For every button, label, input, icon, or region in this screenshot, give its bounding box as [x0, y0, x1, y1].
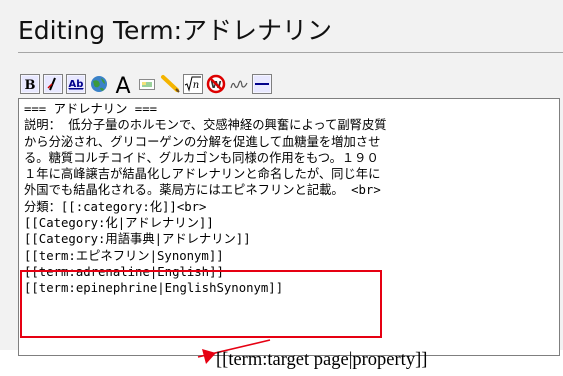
wikitext-line: [[Category:化|アドレナリン]] — [24, 216, 214, 231]
wikitext-line: 説明： 低分子量のホルモンで、交感神経の興奮によって副腎皮質 — [24, 118, 387, 133]
external-link-button[interactable] — [89, 74, 109, 94]
wikitext-line: １年に高峰譲吉が結晶化しアドレナリンと命名したが、同じ年に — [24, 167, 381, 182]
wikitext-line: [[Category:用語事典|アドレナリン]] — [24, 232, 251, 247]
globe-icon — [91, 76, 107, 92]
italic-button[interactable] — [43, 74, 63, 94]
nowiki-button[interactable]: W — [206, 74, 226, 94]
media-button[interactable] — [160, 74, 180, 94]
nowiki-icon: W — [206, 74, 226, 94]
headline-icon: A — [115, 74, 130, 95]
bold-icon: B — [20, 74, 40, 94]
internal-link-icon: Ab — [66, 74, 86, 94]
wikitext-line: [[term:エピネフリン|Synonym]] — [24, 248, 224, 263]
image-button[interactable] — [137, 74, 157, 94]
bold-button[interactable]: B — [20, 74, 40, 94]
wikitext-line: === アドレナリン === — [24, 102, 158, 116]
wikitext-line: る。糖質コルチコイド、グルカゴンも同様の作用をもつ。１９０ — [24, 150, 379, 165]
signature-button[interactable] — [229, 74, 249, 94]
math-button[interactable]: n — [183, 74, 203, 94]
page-title: Editing Term:アドレナリン — [18, 16, 333, 45]
svg-text:A: A — [115, 74, 130, 95]
media-icon — [161, 75, 180, 93]
horizontal-line-icon — [252, 74, 272, 94]
page-header: Editing Term:アドレナリン — [0, 0, 563, 60]
title-divider — [18, 52, 563, 53]
image-icon — [139, 79, 155, 90]
svg-text:Ab: Ab — [69, 79, 84, 90]
svg-text:n: n — [193, 80, 199, 91]
annotation-label: [[term:target page|property]] — [216, 350, 428, 370]
signature-icon — [230, 80, 248, 89]
horizontal-line-button[interactable] — [252, 74, 272, 94]
wikitext-line: [[term:adrenaline|English]] — [24, 264, 224, 279]
wikitext-line: 外国でも結晶化される。薬局方にはエピネフリンと記載。 <br> — [24, 183, 381, 198]
wikitext-line: から分泌され、グリコーゲンの分解を促進して血糖量を増加させ — [24, 134, 381, 149]
math-formula-icon: n — [183, 74, 203, 94]
edit-toolbar: B Ab A n — [20, 73, 275, 95]
headline-button[interactable]: A — [112, 74, 134, 95]
wikitext-line: 分類：[[:category:化]]<br> — [24, 199, 207, 214]
wikitext-line: [[term:epinephrine|EnglishSynonym]] — [24, 281, 284, 296]
svg-text:B: B — [25, 78, 36, 93]
wikitext-content: === アドレナリン === 説明： 低分子量のホルモンで、交感神経の興奮によっ… — [24, 101, 552, 297]
italic-icon — [43, 74, 63, 94]
link-button[interactable]: Ab — [66, 74, 86, 94]
wikitext-editor[interactable]: === アドレナリン === 説明： 低分子量のホルモンで、交感神経の興奮によっ… — [18, 98, 560, 356]
